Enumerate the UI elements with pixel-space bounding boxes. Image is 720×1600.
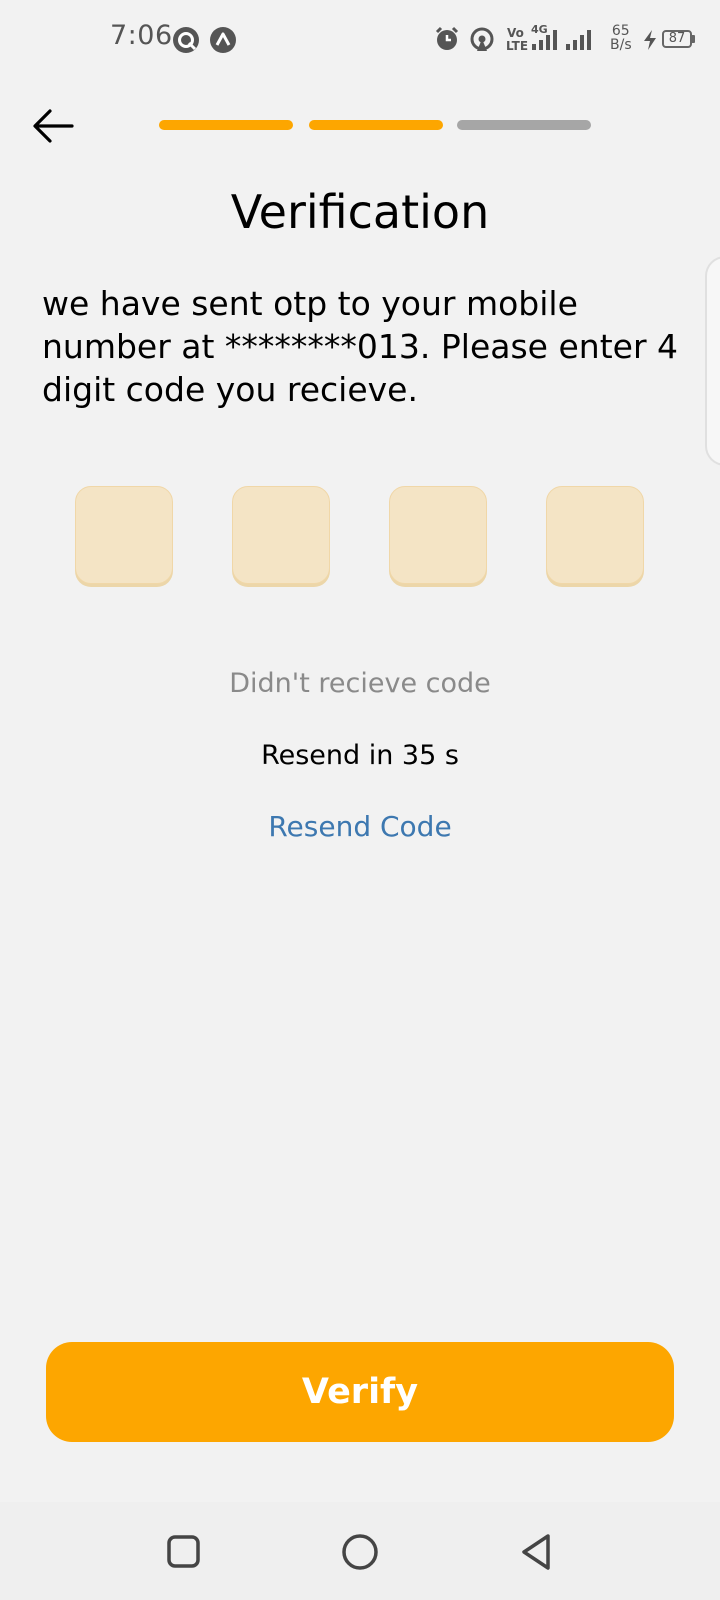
speed-unit: B/s — [610, 37, 632, 53]
otp-instructions: we have sent otp to your mobile number a… — [42, 284, 678, 409]
progress-step-1 — [159, 120, 293, 130]
speed-value: 65 — [611, 23, 630, 39]
status-bar: 7:06 Vo LTE 4G 65 B/s 87 — [0, 0, 720, 80]
home-icon[interactable] — [340, 1532, 380, 1572]
otp-digit-4[interactable] — [546, 486, 644, 584]
edge-panel-handle[interactable] — [705, 256, 720, 466]
volte-label: Vo — [507, 26, 524, 40]
battery-tip — [692, 35, 695, 43]
otp-digit-1[interactable] — [75, 486, 173, 584]
page-title: Verification — [230, 185, 490, 239]
app-notification-icon — [210, 27, 236, 53]
progress-step-2 — [309, 120, 443, 130]
didnt-receive-text: Didn't recieve code — [229, 668, 491, 699]
status-time: 7:06 — [110, 20, 173, 51]
recent-apps-icon[interactable] — [164, 1532, 204, 1572]
otp-digit-2[interactable] — [232, 486, 330, 584]
arrow-left-icon — [33, 109, 74, 143]
otp-digit-3[interactable] — [389, 486, 487, 584]
back-icon[interactable] — [516, 1532, 556, 1572]
progress-step-3 — [457, 120, 591, 130]
hotspot-icon — [470, 27, 494, 51]
verify-button[interactable]: Verify — [46, 1342, 674, 1442]
resend-code-link[interactable]: Resend Code — [0, 810, 720, 843]
signal-icon-2 — [566, 30, 591, 50]
signal-icon — [532, 30, 557, 50]
alarm-icon — [435, 26, 459, 50]
back-arrow-button[interactable] — [28, 100, 80, 152]
lte-label: LTE — [506, 39, 529, 53]
vpn-icon — [173, 27, 199, 53]
charging-icon — [644, 30, 656, 50]
resend-timer: Resend in 35 s — [261, 740, 459, 771]
battery-indicator: 87 — [662, 30, 692, 48]
network-speed: 65 B/s — [610, 24, 632, 52]
